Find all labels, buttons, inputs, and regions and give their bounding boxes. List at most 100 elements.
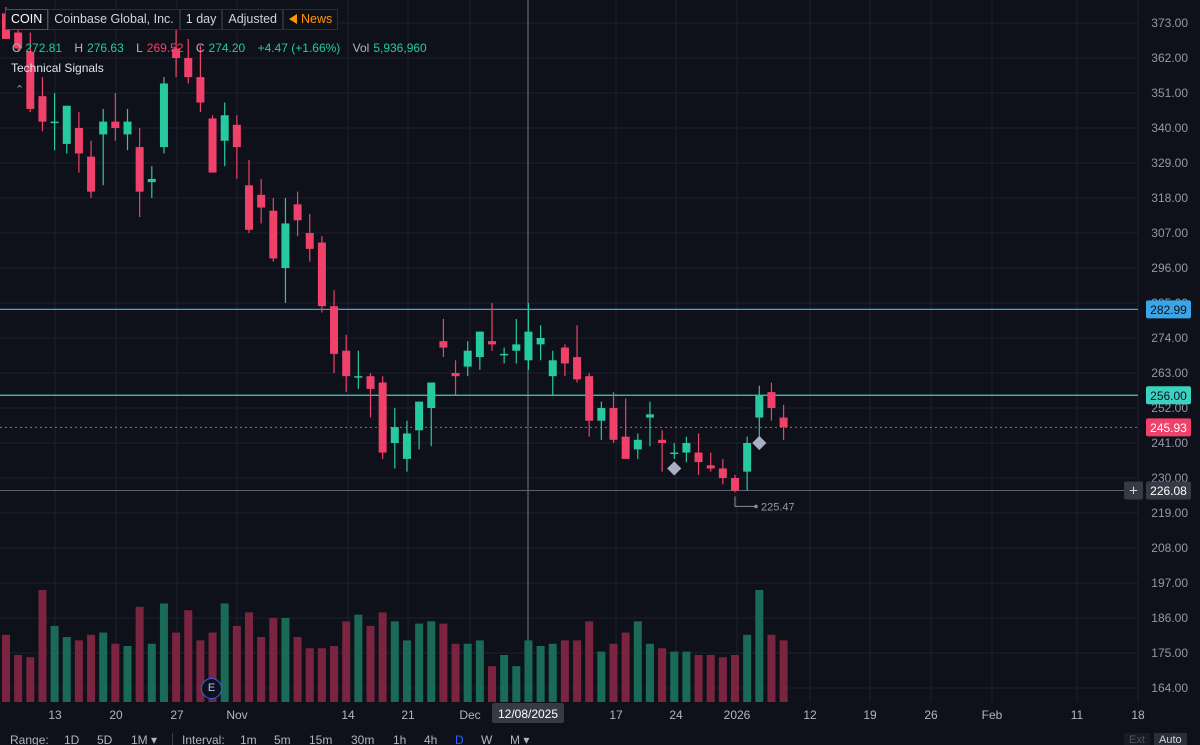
volume-bar (645, 643, 654, 702)
y-tick-label: 186.00 (1151, 611, 1188, 625)
change-value: +4.47 (+1.66%) (257, 41, 341, 55)
candle-body (390, 427, 399, 443)
volume-bar (682, 651, 691, 702)
candle-body (220, 115, 229, 141)
volume-bar (26, 657, 35, 702)
volume-bar (731, 654, 739, 702)
candle-body (74, 128, 83, 154)
volume-bar (87, 634, 96, 702)
candle-body (330, 306, 339, 354)
y-tick-label: 175.00 (1151, 646, 1188, 660)
candle-body (50, 121, 59, 124)
open-label: O (12, 41, 22, 55)
candle-body (427, 382, 436, 408)
interval-w[interactable]: W (481, 733, 492, 745)
interval-button[interactable]: 1 day (179, 9, 223, 30)
x-tick-label: 13 (48, 708, 62, 722)
candlestick-chart[interactable]: 373.00 362.00 351.00 340.00 329.00 318.00 307.… (0, 0, 1200, 745)
volume-bar (257, 637, 266, 702)
volume-bar (50, 625, 59, 702)
interval-30m[interactable]: 30m (351, 733, 374, 745)
y-tick-label: 307.00 (1151, 226, 1188, 240)
earnings-badge[interactable]: E (201, 678, 222, 699)
candle-body (196, 77, 205, 103)
volume-bar (585, 621, 594, 702)
auto-scale-button[interactable]: Auto (1154, 733, 1187, 745)
company-name: Coinbase Global, Inc. (48, 9, 180, 30)
candle-body (245, 185, 253, 230)
collapse-chevron-icon[interactable]: ⌃ (15, 83, 24, 96)
candle-body (463, 350, 472, 367)
range-label: Range: (10, 733, 49, 745)
candle-body (439, 341, 448, 348)
x-tick-label: 26 (924, 708, 938, 722)
volume-bar (451, 643, 460, 702)
volume-bar (609, 643, 618, 702)
x-tick-label: 18 (1131, 708, 1145, 722)
candle-body (366, 376, 375, 389)
news-button[interactable]: News (283, 9, 339, 30)
interval-5m[interactable]: 5m (274, 733, 291, 745)
volume-bar (293, 637, 302, 702)
adjustment-button[interactable]: Adjusted (222, 9, 284, 30)
range-1m[interactable]: 1M ▾ (131, 733, 157, 745)
volume-bar (512, 666, 521, 702)
volume-bar (269, 618, 278, 702)
y-tick-label: 340.00 (1151, 121, 1188, 135)
symbol-button[interactable]: COIN (5, 9, 49, 30)
volume-bar (330, 646, 339, 702)
candle-body (402, 433, 411, 459)
candle-body (609, 408, 618, 440)
candle-body (317, 242, 326, 307)
close-value: 274.20 (208, 41, 246, 55)
volume-bar (658, 648, 667, 702)
interval-1h[interactable]: 1h (393, 733, 406, 745)
candle-body (293, 204, 302, 221)
interval-15m[interactable]: 15m (309, 733, 332, 745)
volume-bar (2, 634, 10, 702)
interval-4h[interactable]: 4h (424, 733, 437, 745)
candle-body (645, 414, 654, 418)
volume-bar (743, 634, 752, 702)
volume-bar (706, 654, 715, 702)
candle-body (548, 360, 557, 377)
candle-body (536, 338, 545, 345)
candle-body (524, 331, 533, 361)
candle-body (87, 156, 96, 192)
candle-body (670, 452, 679, 455)
candle-body (512, 344, 521, 351)
y-tick-label: 274.00 (1151, 331, 1188, 345)
volume-label: Vol (352, 41, 370, 55)
high-label: H (74, 41, 84, 55)
symbol-header: COIN Coinbase Global, Inc. 1 day Adjuste… (5, 9, 339, 30)
interval-d[interactable]: D (455, 733, 464, 745)
volume-bar (390, 621, 399, 702)
x-tick-label: Dec (459, 708, 480, 722)
range-5d[interactable]: 5D (97, 733, 112, 745)
volume-bar (633, 621, 642, 702)
candle-body (208, 118, 217, 173)
candle-body (743, 443, 752, 472)
volume-bar (14, 654, 23, 702)
interval-m[interactable]: M ▾ (510, 733, 529, 745)
volume-bar (621, 632, 630, 702)
price-line-teal-tag-label: 256.00 (1150, 389, 1187, 403)
volume-value: 5,936,960 (373, 41, 427, 55)
candle-body (731, 478, 739, 491)
candle-body (658, 439, 667, 443)
volume-bar (62, 637, 71, 702)
ext-hours-button[interactable]: Ext (1124, 733, 1150, 745)
volume-bar (245, 612, 253, 702)
volume-bar (135, 606, 144, 702)
candle-body (633, 439, 642, 450)
volume-bar (317, 648, 326, 702)
technical-signals-label[interactable]: Technical Signals (11, 61, 104, 75)
candle-body (62, 105, 71, 144)
range-1d[interactable]: 1D (64, 733, 79, 745)
x-tick-label: 14 (341, 708, 355, 722)
open-value: 272.81 (25, 41, 63, 55)
interval-1m[interactable]: 1m (240, 733, 257, 745)
volume-bar (172, 632, 181, 702)
volume-bar (488, 666, 496, 702)
megaphone-icon (289, 14, 298, 24)
